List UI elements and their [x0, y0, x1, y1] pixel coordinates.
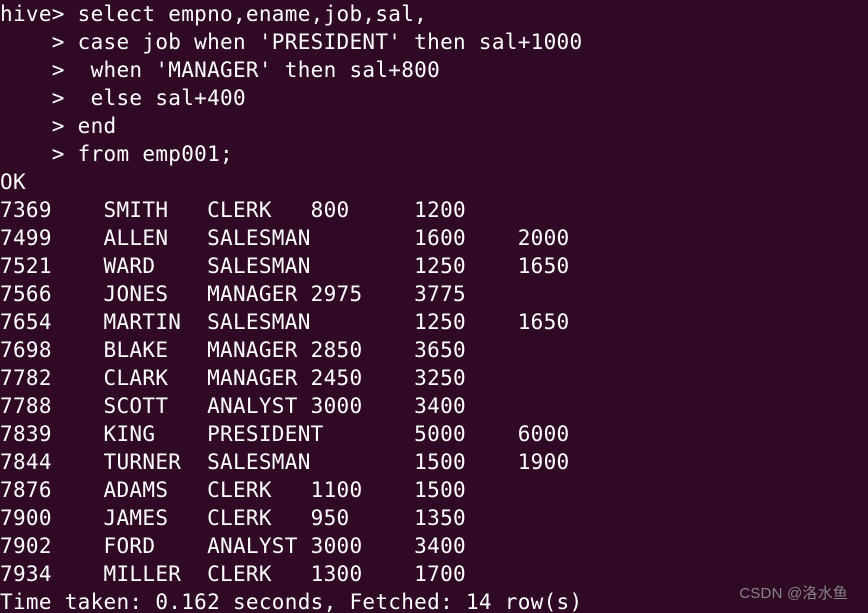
result-row: 7839 KING PRESIDENT 5000 6000 [0, 422, 570, 446]
result-row: 7369 SMITH CLERK 800 1200 [0, 198, 466, 222]
query-line-prompt: hive> select empno,ename,job,sal, [0, 2, 428, 26]
query-line-continuation: > end [0, 114, 117, 138]
result-row: 7566 JONES MANAGER 2975 3775 [0, 282, 466, 306]
terminal-output: hive> select empno,ename,job,sal, > case… [0, 0, 868, 613]
query-line-continuation: > case job when 'PRESIDENT' then sal+100… [0, 30, 583, 54]
result-row: 7521 WARD SALESMAN 1250 1650 [0, 254, 570, 278]
query-line-continuation: > from emp001; [0, 142, 233, 166]
result-row: 7934 MILLER CLERK 1300 1700 [0, 562, 466, 586]
result-row: 7698 BLAKE MANAGER 2850 3650 [0, 338, 466, 362]
query-line-continuation: > when 'MANAGER' then sal+800 [0, 58, 441, 82]
result-row: 7499 ALLEN SALESMAN 1600 2000 [0, 226, 570, 250]
result-footer: Time taken: 0.162 seconds, Fetched: 14 r… [0, 590, 583, 613]
query-line-continuation: > else sal+400 [0, 86, 246, 110]
result-row: 7876 ADAMS CLERK 1100 1500 [0, 478, 466, 502]
terminal-screen: hive> select empno,ename,job,sal, > case… [0, 0, 868, 613]
result-row: 7900 JAMES CLERK 950 1350 [0, 506, 466, 530]
result-row: 7844 TURNER SALESMAN 1500 1900 [0, 450, 570, 474]
result-row: 7654 MARTIN SALESMAN 1250 1650 [0, 310, 570, 334]
result-row: 7902 FORD ANALYST 3000 3400 [0, 534, 466, 558]
watermark: CSDN @洛水鱼 [739, 585, 848, 602]
result-row: 7788 SCOTT ANALYST 3000 3400 [0, 394, 466, 418]
terminal-window[interactable]: hive> select empno,ename,job,sal, > case… [0, 0, 868, 613]
result-row: 7782 CLARK MANAGER 2450 3250 [0, 366, 466, 390]
result-status: OK [0, 170, 26, 194]
